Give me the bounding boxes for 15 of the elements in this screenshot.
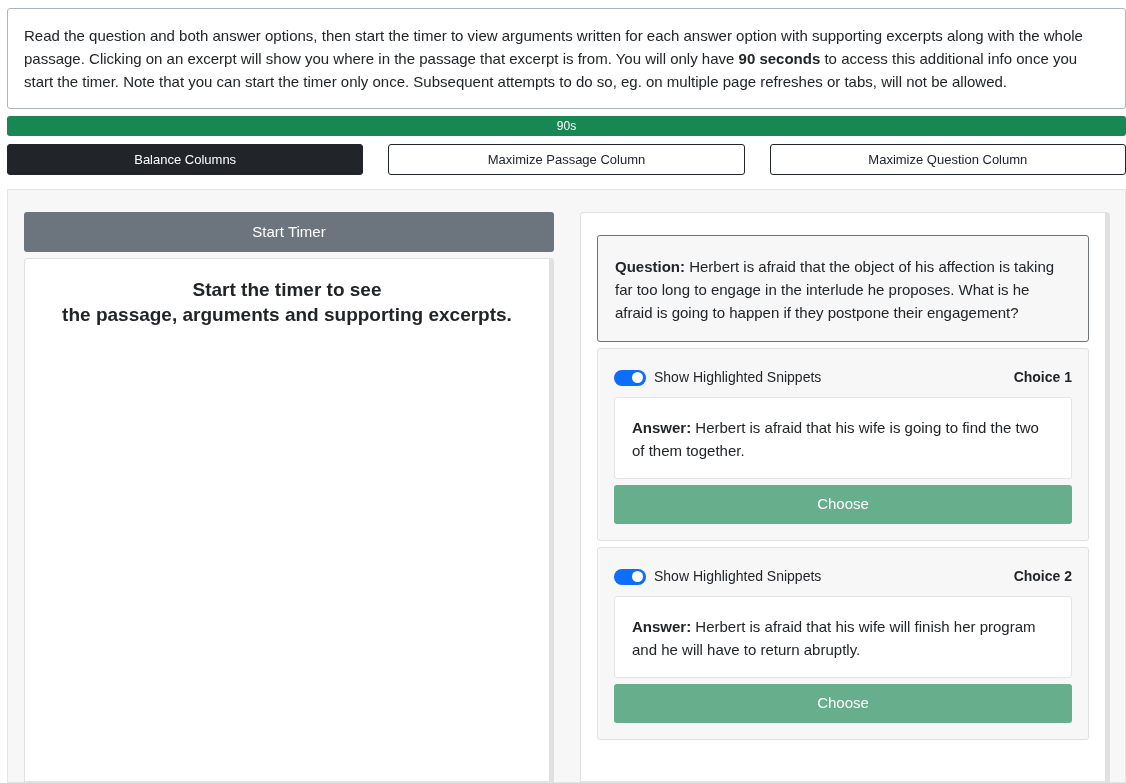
answer-text: Answer: Herbert is afraid that his wife is going to find the two of them together. xyxy=(632,418,1040,461)
timer-message: Start the timer to see xyxy=(192,278,382,302)
question-text: Question: Herbert is afraid that the object of his affection is taking far too long to engage in the interlude he proposes. What is he afraid is going to happen if they postpone their engagement? xyxy=(615,257,1056,323)
toggle-label: Show Highlighted Snippets xyxy=(654,368,822,387)
choice-title: Choice 1 xyxy=(1013,368,1072,387)
answer-text: Answer: Herbert is afraid that his wife will finish her program and he will have to return abruptly. xyxy=(632,617,1037,660)
layout-button[interactable]: Maximize Passage Column xyxy=(388,144,745,175)
choice-title: Choice 2 xyxy=(1013,567,1072,586)
toggle-label: Show Highlighted Snippets xyxy=(654,567,822,586)
timer-label: 90s xyxy=(556,118,577,135)
layout-button[interactable]: Maximize Question Column xyxy=(769,144,1126,175)
layout-button[interactable]: Balance Columns xyxy=(7,144,364,175)
instructions-text: Read the question and both answer options, then start the timer to view arguments written for each answer option with supporting excerpts along with the whole passage. Clicking on an excerpt will show you where in the passage that excerpt is from. You will only have 90 seconds to access this additional info once you start the timer. Note that you can start the timer only once. Subsequent attempts to do so, eg. on multiple page refreshes or tabs, will not be allowed. xyxy=(24,26,1084,92)
start-timer-button[interactable]: Start Timer xyxy=(24,212,554,252)
timer-message: the passage, arguments and supporting excerpts. xyxy=(62,303,512,327)
